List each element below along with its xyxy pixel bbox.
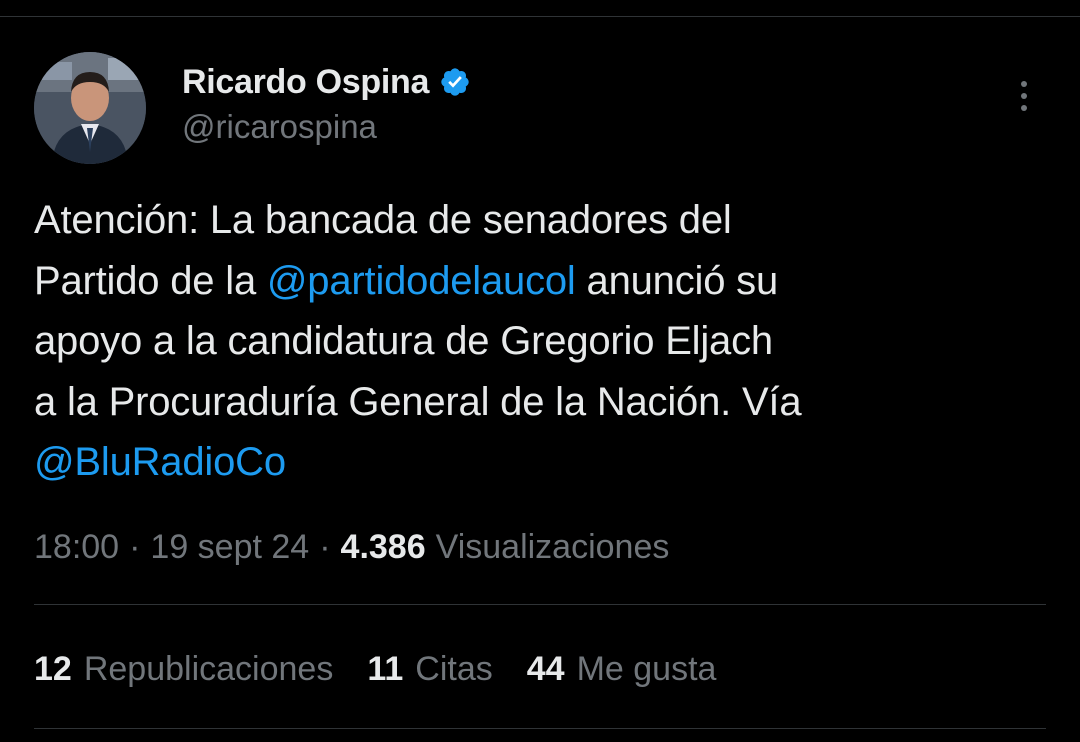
meta-separator: · [319,527,331,566]
tweet-line: @BluRadioCo [34,432,1014,493]
mention-link-partidodelaucol[interactable]: @partidodelaucol [267,259,576,303]
tweet-line: Partido de la @partidodelaucol anunció s… [34,251,1014,312]
more-vertical-icon [1021,81,1027,111]
tweet-line: a la Procuraduría General de la Nación. … [34,379,802,424]
top-divider [0,16,1080,17]
quotes-stat[interactable]: 11 Citas [367,650,492,689]
divider [34,604,1046,605]
author-name[interactable]: Ricardo Ospina [182,63,429,102]
tweet-meta: 18:00 · 19 sept 24 · 4.386 Visualizacion… [34,522,669,572]
tweet-text-segment: Partido de la [34,258,267,303]
reposts-stat[interactable]: 12 Republicaciones [34,650,333,689]
tweet-line: Atención: La bancada de senadores del [34,198,732,242]
avatar-image [34,52,146,164]
verified-badge-icon [439,66,471,98]
likes-label: Me gusta [576,649,717,688]
tweet-line: apoyo a la candidatura de Gregorio Eljac… [34,319,773,363]
tweet-time[interactable]: 18:00 [34,528,119,567]
tweet-text: Atención: La bancada de senadores del Pa… [34,190,1014,493]
views-label: Visualizaciones [435,527,670,566]
tweet-text-segment: anunció su [575,258,779,303]
quotes-count: 11 [367,649,404,688]
divider [34,728,1046,729]
more-options-button[interactable] [1008,76,1040,116]
tweet-date[interactable]: 19 sept 24 [150,528,309,567]
views-count: 4.386 [340,527,426,566]
engagement-stats: 12 Republicaciones 11 Citas 44 Me gusta [34,644,716,694]
mention-link-bluradioco[interactable]: @BluRadioCo [34,440,286,484]
author-name-row: Ricardo Ospina [182,62,471,102]
avatar[interactable] [34,52,146,164]
quotes-label: Citas [415,649,493,688]
reposts-label: Republicaciones [83,649,334,688]
likes-stat[interactable]: 44 Me gusta [527,650,717,689]
likes-count: 44 [526,649,565,688]
meta-separator: · [129,527,141,566]
reposts-count: 12 [34,649,72,688]
author-handle[interactable]: @ricarospina [182,108,377,146]
